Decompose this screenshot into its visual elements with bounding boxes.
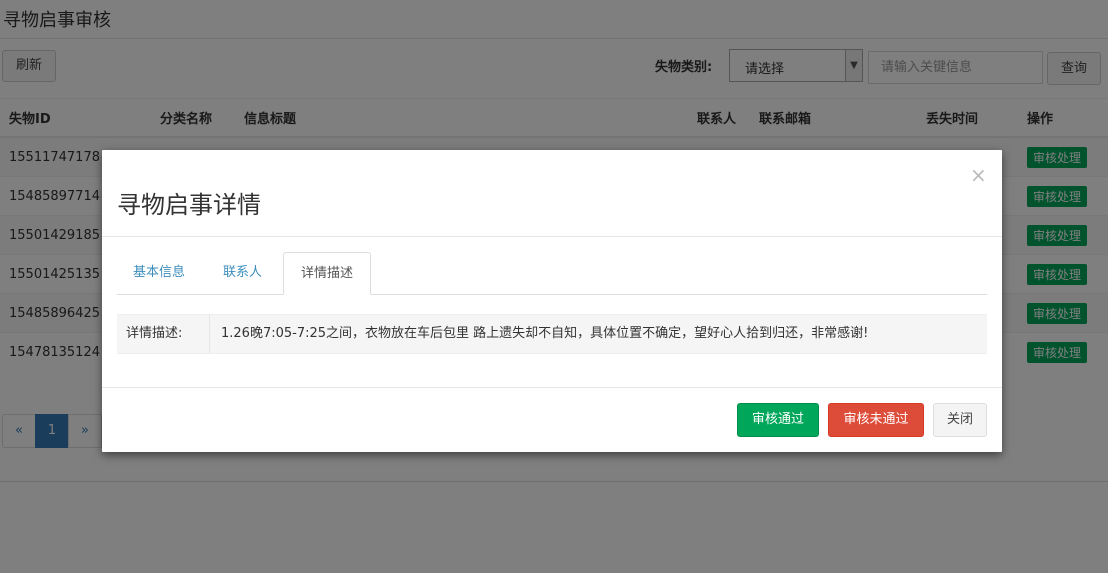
tab-detail-description[interactable]: 详情描述 xyxy=(283,252,371,295)
detail-tabs: 基本信息 联系人 详情描述 xyxy=(117,252,987,295)
dialog-title: 寻物启事详情 xyxy=(117,191,261,219)
reject-button[interactable]: 审核未通过 xyxy=(828,403,924,437)
close-button[interactable]: 关闭 xyxy=(933,403,987,437)
detail-description-value: 1.26晚7:05-7:25之间，衣物放在车后包里 路上遗失却不自知，具体位置不… xyxy=(221,326,869,341)
dialog-footer-divider xyxy=(102,387,1002,388)
dialog-header-divider xyxy=(102,236,1002,237)
detail-description-label: 详情描述: xyxy=(117,315,210,353)
detail-description-row: 详情描述: 1.26晚7:05-7:25之间，衣物放在车后包里 路上遗失却不自知… xyxy=(117,314,987,354)
lost-item-detail-dialog: 寻物启事详情 × 基本信息 联系人 详情描述 详情描述: 1.26晚7:05-7… xyxy=(102,150,1002,452)
close-icon[interactable]: × xyxy=(970,163,987,187)
approve-button[interactable]: 审核通过 xyxy=(737,403,819,437)
tab-contact[interactable]: 联系人 xyxy=(223,252,262,294)
tab-basic-info[interactable]: 基本信息 xyxy=(133,252,185,294)
